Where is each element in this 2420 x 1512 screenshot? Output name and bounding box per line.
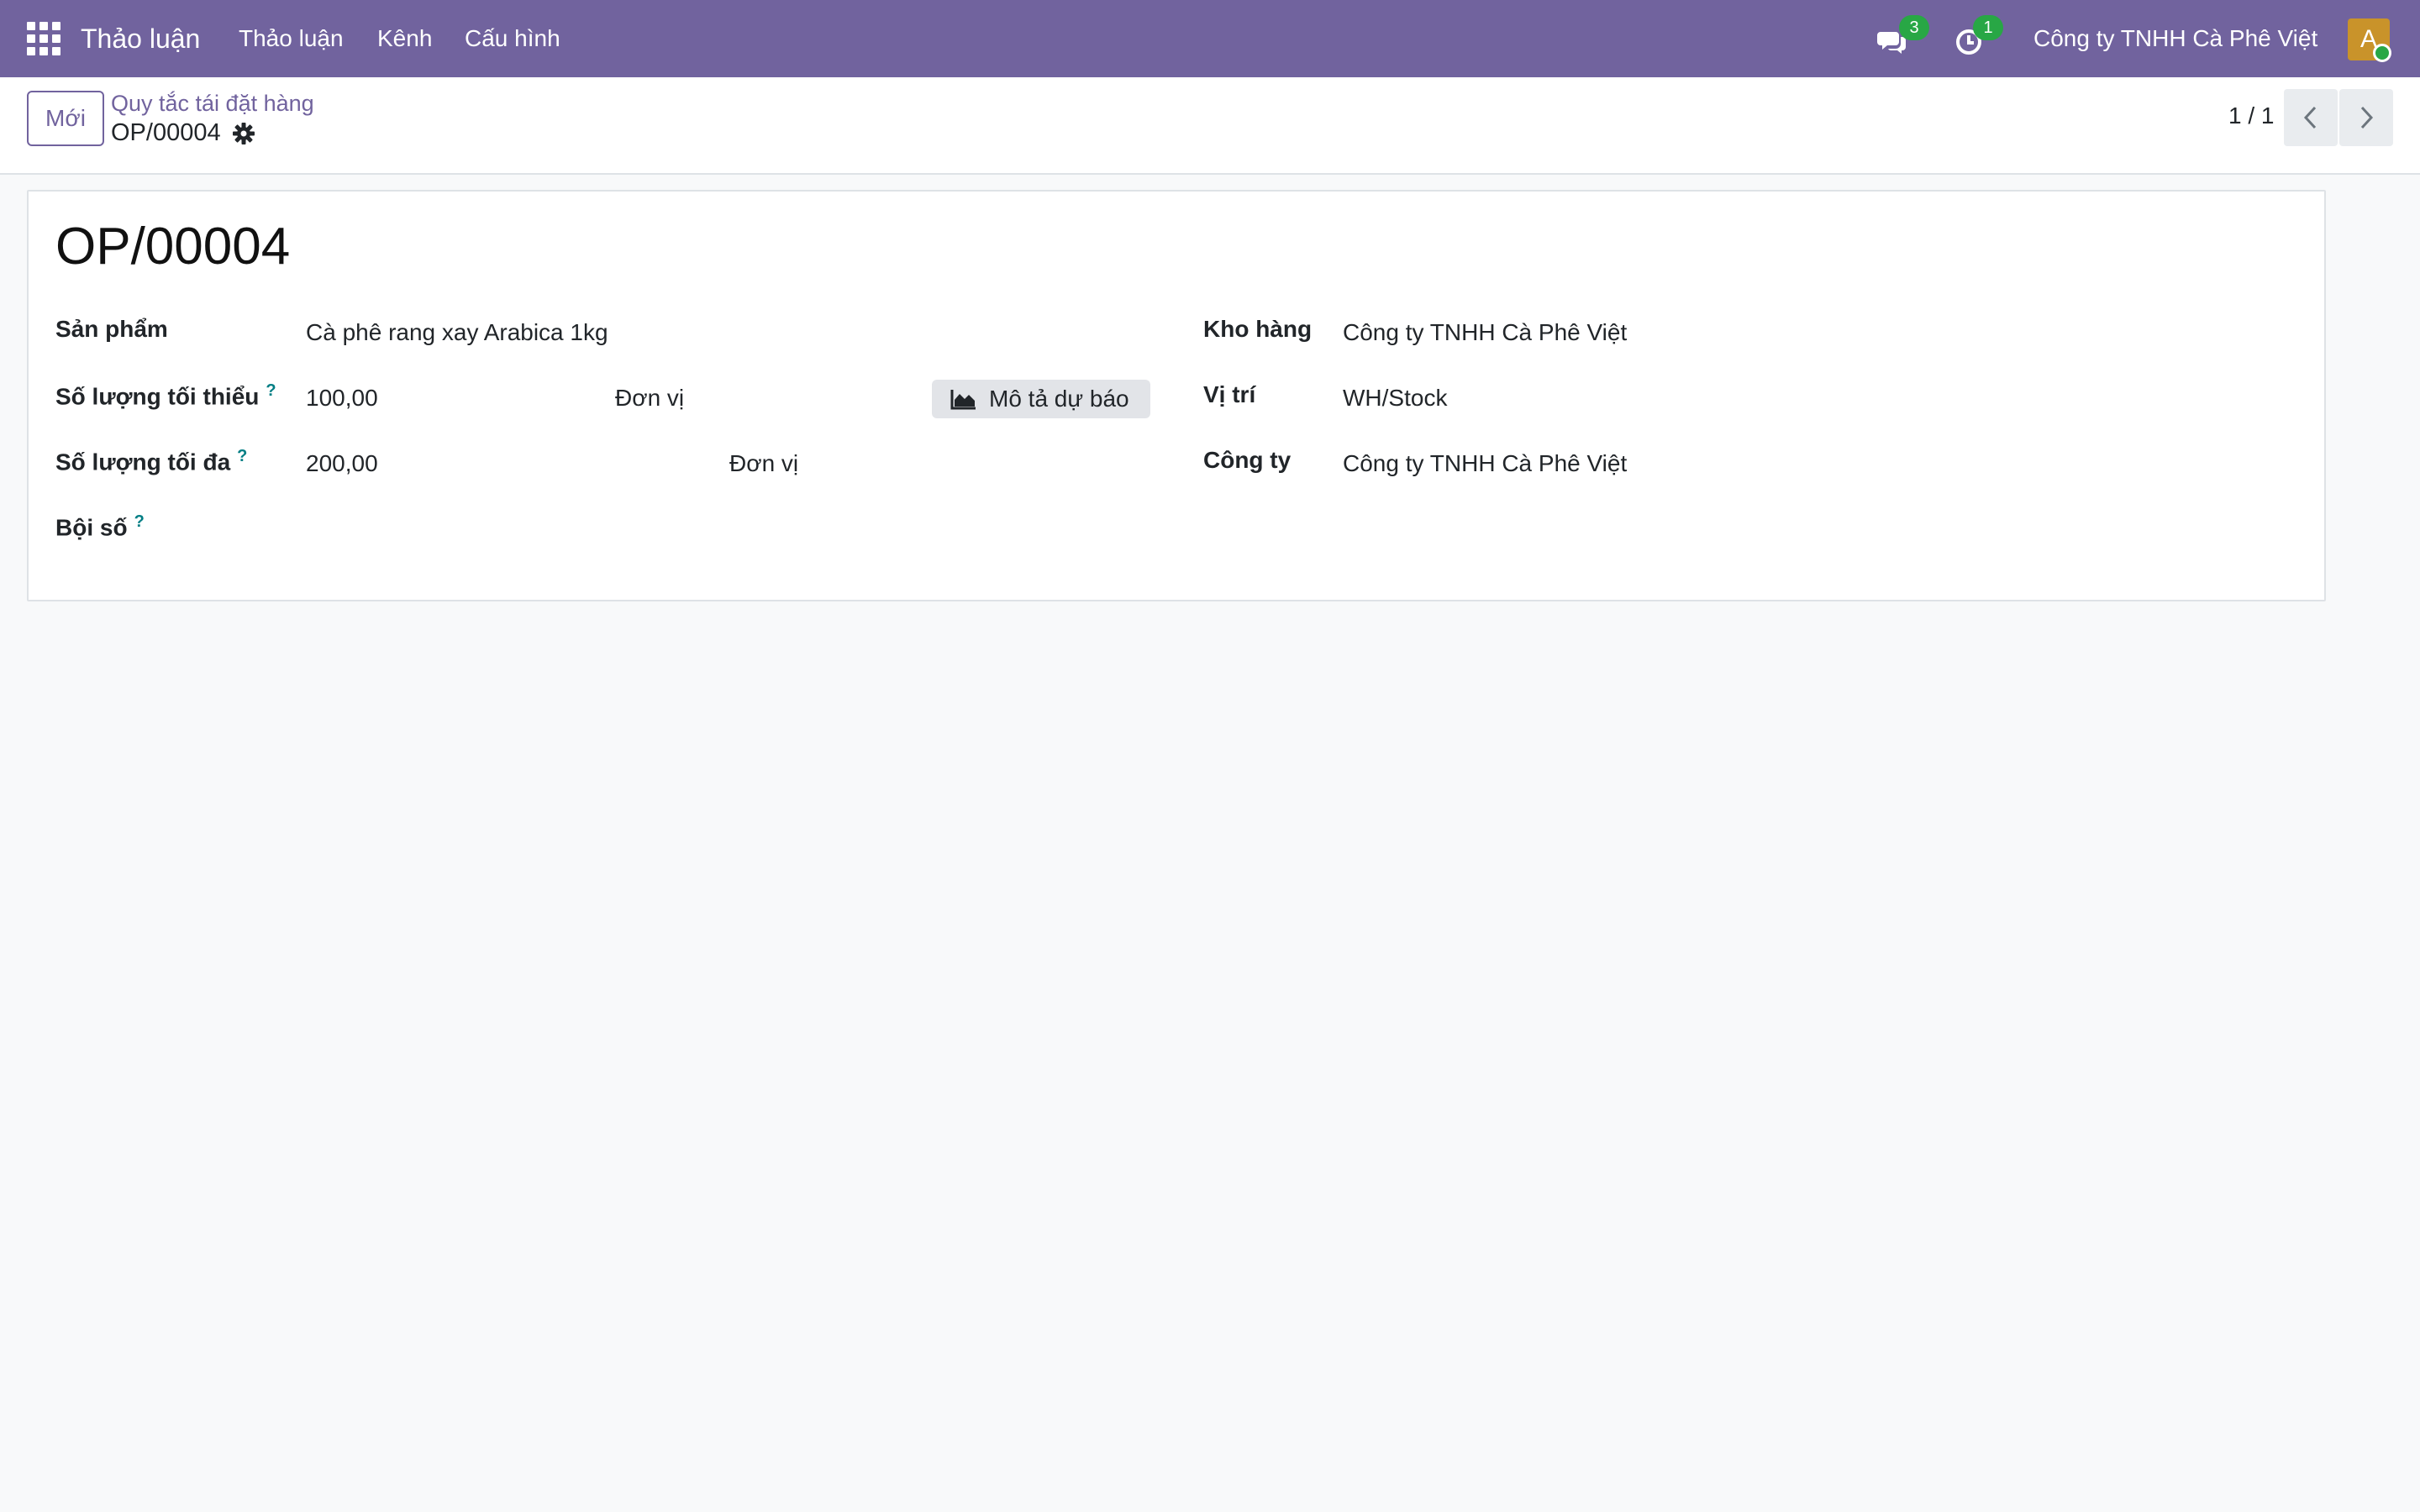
product-label-text: Sản phẩm (55, 316, 168, 342)
min-qty-field[interactable]: 100,00 (306, 385, 378, 412)
chevron-left-icon (2303, 106, 2317, 129)
apps-grid-icon[interactable] (27, 22, 60, 55)
max-qty-help-icon[interactable]: ? (237, 447, 247, 465)
breadcrumb-current: OP/00004 (111, 119, 221, 146)
location-field[interactable]: WH/Stock (1343, 385, 1447, 412)
pager-next-button[interactable] (2339, 89, 2393, 146)
min-qty-label: Số lượng tối thiểu? (55, 381, 276, 410)
multiple-field[interactable] (306, 516, 642, 544)
max-qty-label: Số lượng tối đa? (55, 447, 247, 475)
app-name[interactable]: Thảo luận (81, 0, 200, 77)
gear-icon[interactable] (232, 122, 255, 145)
online-status-icon (2373, 44, 2391, 62)
breadcrumb-parent[interactable]: Quy tắc tái đặt hàng (111, 91, 314, 117)
activities-button[interactable]: 1 (1954, 15, 2003, 57)
min-qty-uom: Đơn vị (615, 385, 685, 411)
multiple-label-text: Bội số (55, 514, 128, 541)
warehouse-label: Kho hàng (1203, 316, 1313, 342)
multiple-label: Bội số? (55, 512, 145, 541)
company-label: Công ty (1203, 447, 1292, 473)
min-qty-label-text: Số lượng tối thiểu (55, 383, 260, 410)
warehouse-field[interactable]: Công ty TNHH Cà Phê Việt (1343, 319, 1627, 346)
activities-count-badge: 1 (1973, 15, 2003, 40)
area-chart-icon (950, 390, 976, 410)
forecast-button-label: Mô tả dự báo (989, 386, 1129, 412)
menu-item-discuss[interactable]: Thảo luận (239, 0, 344, 77)
forecast-button[interactable]: Mô tả dự báo (932, 380, 1150, 418)
max-qty-uom: Đơn vị (729, 450, 799, 476)
company-field[interactable]: Công ty TNHH Cà Phê Việt (1343, 450, 1627, 477)
record-title: OP/00004 (55, 218, 291, 276)
product-label: Sản phẩm (55, 316, 168, 343)
menu-item-channels[interactable]: Kênh (377, 0, 432, 77)
pager-value[interactable]: 1 / 1 (2228, 102, 2274, 129)
form-sheet: OP/00004 Sản phẩm Cà phê rang xay Arabic… (27, 190, 2326, 601)
chevron-right-icon (2360, 106, 2374, 129)
pager-previous-button[interactable] (2284, 89, 2338, 146)
product-field[interactable]: Cà phê rang xay Arabica 1kg (306, 319, 608, 346)
max-qty-field[interactable]: 200,00 (306, 450, 378, 477)
messages-count-badge: 3 (1899, 15, 1929, 40)
location-label: Vị trí (1203, 381, 1256, 407)
min-qty-help-icon[interactable]: ? (266, 381, 276, 400)
top-navbar: Thảo luận Thảo luận Kênh Cấu hình 3 1 Cô… (0, 0, 2420, 77)
company-switcher[interactable]: Công ty TNHH Cà Phê Việt (2033, 0, 2317, 77)
multiple-help-icon[interactable]: ? (134, 512, 145, 531)
messages-button[interactable]: 3 (1877, 15, 1929, 57)
max-qty-label-text: Số lượng tối đa (55, 449, 231, 475)
control-panel: Mới Quy tắc tái đặt hàng OP/00004 1 / 1 (0, 77, 2420, 175)
menu-item-configuration[interactable]: Cấu hình (465, 0, 560, 77)
new-button[interactable]: Mới (27, 91, 104, 146)
